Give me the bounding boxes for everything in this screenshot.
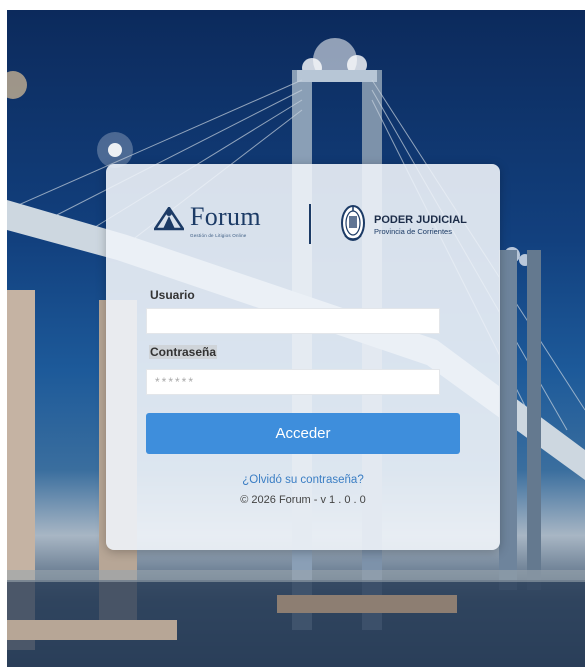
- login-button[interactable]: Acceder: [146, 413, 460, 454]
- password-label: Contraseña: [149, 345, 218, 359]
- username-input[interactable]: [146, 308, 440, 334]
- people-triangle-icon: [154, 207, 184, 231]
- forum-wordmark: Forum: [190, 202, 261, 231]
- provincial-seal-icon: [341, 205, 365, 241]
- login-card: Forum Gestión de Litigios Online PODER J…: [106, 164, 500, 550]
- login-screen: Forum Gestión de Litigios Online PODER J…: [0, 0, 585, 667]
- forum-tagline: Gestión de Litigios Online: [190, 233, 247, 238]
- forgot-password-link[interactable]: ¿Olvidó su contraseña?: [106, 474, 500, 486]
- forum-logo: Forum Gestión de Litigios Online: [154, 202, 284, 244]
- username-label: Usuario: [150, 288, 195, 302]
- institution-title: PODER JUDICIAL: [374, 214, 467, 226]
- password-input[interactable]: [146, 369, 440, 395]
- institution-subtitle: Provincia de Corrientes: [374, 227, 452, 236]
- copyright-footer: © 2026 Forum - v 1 . 0 . 0: [240, 494, 366, 506]
- logo-divider: [309, 204, 311, 244]
